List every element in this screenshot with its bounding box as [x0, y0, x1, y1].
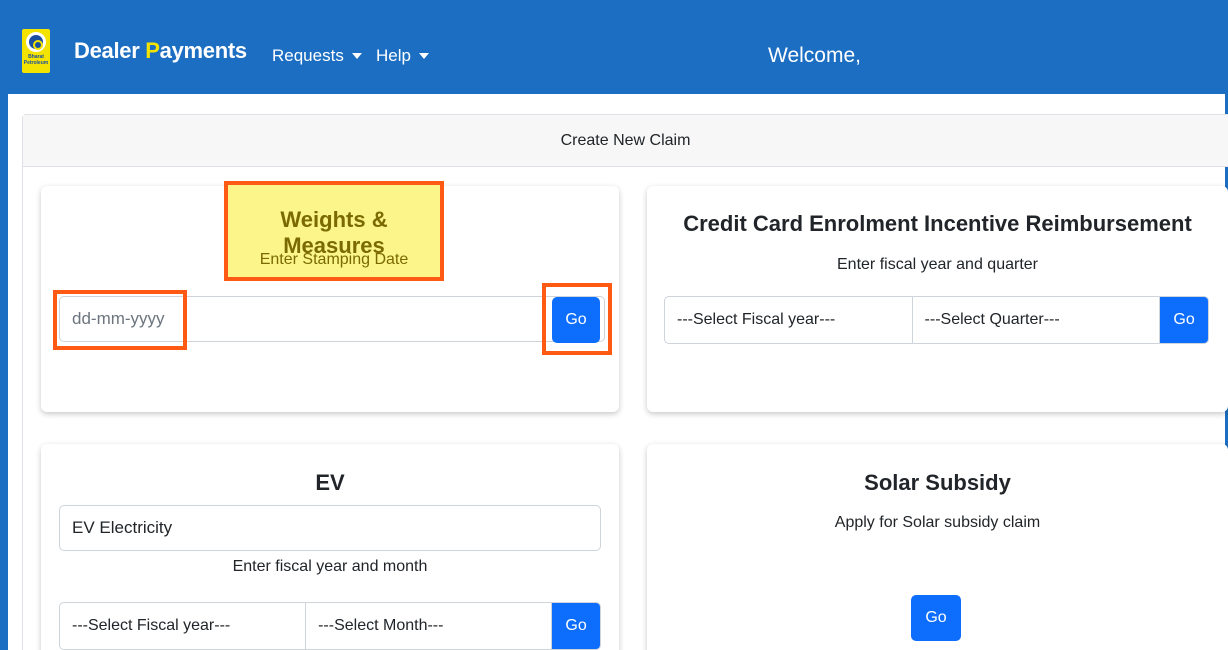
brand-text-2: ayments	[159, 38, 247, 63]
brand-text-p: P	[145, 38, 160, 63]
brand-text-1: Dealer	[74, 38, 146, 63]
page-header: Create New Claim	[23, 115, 1228, 167]
caret-down-icon	[418, 53, 429, 59]
logo-text: Bharat Petroleum	[23, 54, 49, 66]
highlight-box-go	[542, 283, 612, 355]
highlight-box-title: Weights & Measures Enter Stamping Date	[224, 181, 444, 281]
card-title: EV	[315, 470, 345, 495]
ev-type-field[interactable]: EV Electricity	[59, 505, 601, 551]
nav-requests-label: Requests	[272, 46, 344, 65]
credit-card-input-group: ---Select Fiscal year--- ---Select Quart…	[664, 296, 1209, 344]
logo-emblem-icon	[26, 32, 46, 52]
card-subtitle: Enter fiscal year and quarter	[837, 256, 1038, 273]
card-subtitle: Enter Stamping Date	[259, 251, 409, 268]
nav-help-dropdown[interactable]: Help	[376, 46, 429, 66]
ev-go-button[interactable]: Go	[552, 603, 600, 649]
company-logo[interactable]: Bharat Petroleum	[22, 29, 50, 73]
welcome-text: Welcome,	[768, 44, 861, 67]
highlight-box-date	[53, 290, 187, 350]
solar-subsidy-card: Solar Subsidy Apply for Solar subsidy cl…	[647, 444, 1228, 650]
month-select[interactable]: ---Select Month---	[306, 603, 553, 649]
card-subtitle: Apply for Solar subsidy claim	[834, 514, 1041, 531]
solar-go-button[interactable]: Go	[911, 595, 961, 641]
nav-requests-dropdown[interactable]: Requests	[272, 46, 362, 66]
credit-card-incentive-card: Credit Card Enrolment Incentive Reimburs…	[647, 186, 1228, 412]
quarter-select[interactable]: ---Select Quarter---	[913, 297, 1161, 343]
ev-input-group: ---Select Fiscal year--- ---Select Month…	[59, 602, 601, 650]
caret-down-icon	[351, 53, 362, 59]
fiscal-year-select[interactable]: ---Select Fiscal year---	[60, 603, 307, 649]
card-subtitle: Enter fiscal year and month	[232, 558, 428, 575]
ev-card: EV EV Electricity Enter fiscal year and …	[41, 444, 619, 650]
navbar: Bharat Petroleum Dealer Payments Request…	[8, 4, 1225, 94]
nav-help-label: Help	[376, 46, 411, 65]
brand-title[interactable]: Dealer Payments	[74, 38, 247, 64]
fiscal-year-select[interactable]: ---Select Fiscal year---	[665, 297, 913, 343]
credit-card-go-button[interactable]: Go	[1160, 297, 1208, 343]
weights-measures-card: Weights & Measures Enter Stamping Date d…	[41, 181, 619, 412]
card-title: Credit Card Enrolment Incentive Reimburs…	[683, 211, 1192, 236]
card-title: Solar Subsidy	[864, 470, 1011, 495]
